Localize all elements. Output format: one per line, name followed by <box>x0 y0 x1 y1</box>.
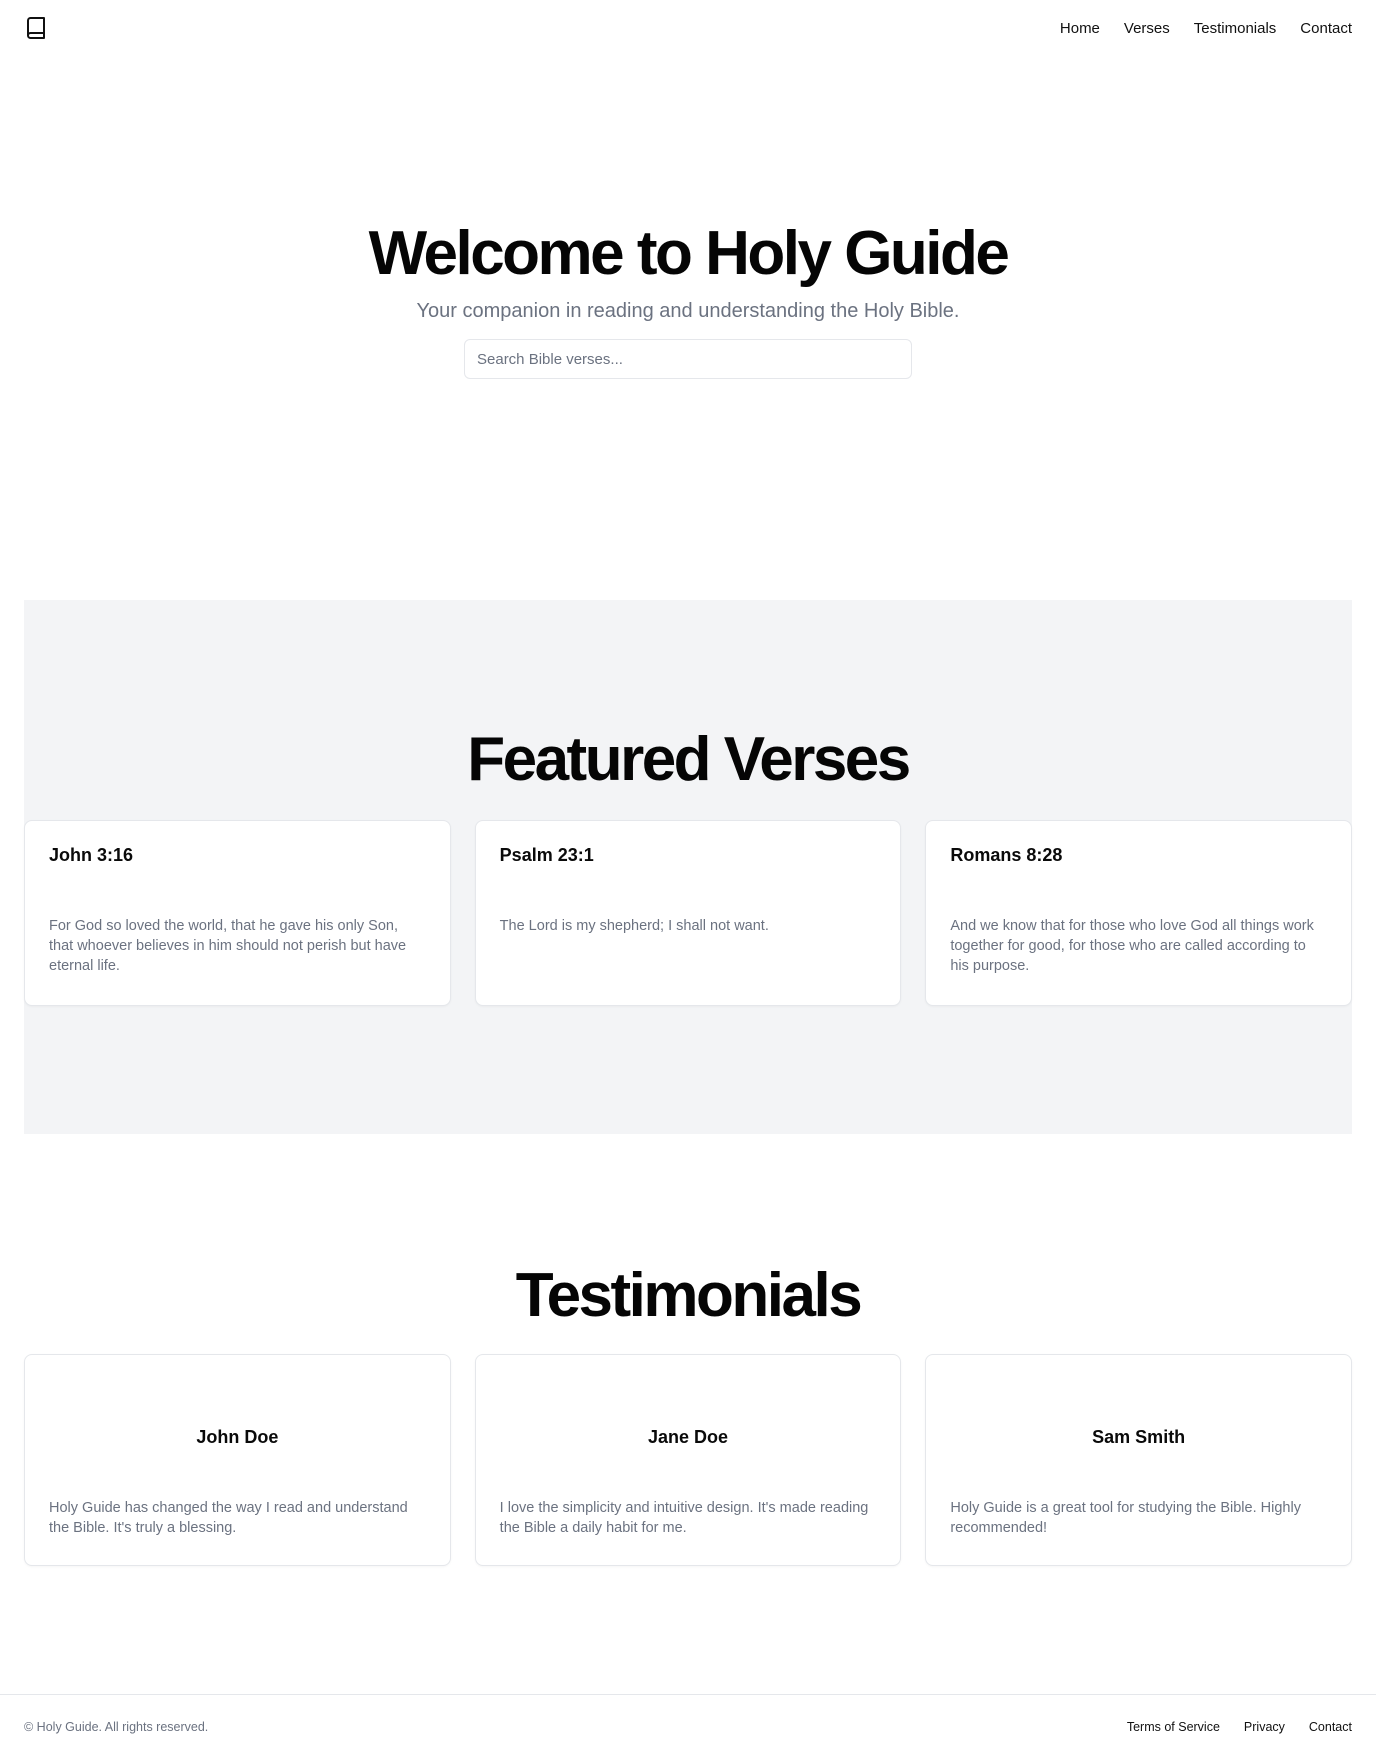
search-input[interactable] <box>464 339 912 380</box>
nav-verses-link[interactable]: Verses <box>1124 20 1170 37</box>
testimonial-cards: John Doe Holy Guide has changed the way … <box>24 1354 1353 1566</box>
page: Home Verses Testimonials Contact Welcome… <box>0 0 1376 1759</box>
nav-testimonials-link[interactable]: Testimonials <box>1194 20 1277 37</box>
site-header: Home Verses Testimonials Contact <box>0 0 1376 56</box>
hero-section: Welcome to Holy Guide Your companion in … <box>0 219 1376 380</box>
hero-subtitle: Your companion in reading and understand… <box>416 300 960 323</box>
main-nav: Home Verses Testimonials Contact <box>1060 20 1352 37</box>
testimonial-card: Jane Doe I love the simplicity and intui… <box>474 1354 902 1566</box>
verse-card: Romans 8:28 And we know that for those w… <box>925 820 1353 1006</box>
verse-text: And we know that for those who love God … <box>950 918 1314 974</box>
verse-cards: John 3:16 For God so loved the world, th… <box>24 820 1353 1006</box>
testimonial-name: Sam Smith <box>1092 1427 1186 1447</box>
verse-card: John 3:16 For God so loved the world, th… <box>24 820 451 1006</box>
verse-reference: Romans 8:28 <box>950 845 1063 865</box>
testimonial-text: Holy Guide is a great tool for studying … <box>950 1500 1301 1536</box>
testimonials-section: Testimonials John Doe Holy Guide has cha… <box>24 1261 1353 1566</box>
featured-verses-section: Featured Verses John 3:16 For God so lov… <box>24 600 1353 1134</box>
verse-text: For God so loved the world, that he gave… <box>49 918 407 974</box>
verse-reference: John 3:16 <box>49 845 134 865</box>
search-wrapper <box>0 339 1376 380</box>
footer-terms-link[interactable]: Terms of Service <box>1127 1720 1220 1734</box>
testimonial-text: Holy Guide has changed the way I read an… <box>49 1500 408 1536</box>
testimonial-text: I love the simplicity and intuitive desi… <box>499 1500 869 1536</box>
featured-verses-title: Featured Verses <box>467 725 911 794</box>
footer-nav: Terms of Service Privacy Contact <box>1127 1720 1352 1734</box>
testimonials-title: Testimonials <box>515 1261 863 1330</box>
testimonial-name: John Doe <box>196 1427 279 1447</box>
nav-home-link[interactable]: Home <box>1060 20 1100 37</box>
testimonial-name: Jane Doe <box>647 1427 729 1447</box>
copyright-text: © Holy Guide. All rights reserved. <box>24 1720 209 1734</box>
hero-title: Welcome to Holy Guide <box>368 219 1010 288</box>
verse-card: Psalm 23:1 The Lord is my shepherd; I sh… <box>474 820 902 1006</box>
testimonial-card: John Doe Holy Guide has changed the way … <box>24 1354 451 1566</box>
testimonial-card: Sam Smith Holy Guide is a great tool for… <box>925 1354 1353 1566</box>
footer-contact-link[interactable]: Contact <box>1309 1720 1352 1734</box>
verse-reference: Psalm 23:1 <box>499 845 594 865</box>
nav-contact-link[interactable]: Contact <box>1300 20 1352 37</box>
book-icon[interactable] <box>24 16 48 40</box>
verse-text: The Lord is my shepherd; I shall not wan… <box>499 918 769 934</box>
footer-privacy-link[interactable]: Privacy <box>1244 1720 1285 1734</box>
site-footer: © Holy Guide. All rights reserved. Terms… <box>0 1694 1376 1759</box>
